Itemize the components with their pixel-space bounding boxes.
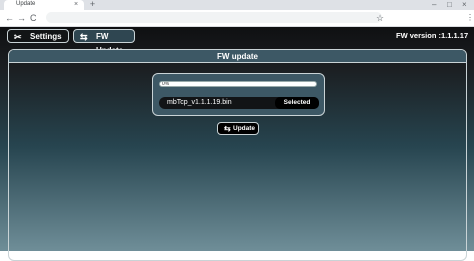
fw-version-text: FW version :1.1.1.17	[396, 31, 469, 40]
bookmark-star-icon[interactable]: ☆	[376, 13, 384, 23]
window-close-icon[interactable]: ×	[462, 0, 467, 9]
update-button[interactable]: ⇆ Update	[217, 122, 259, 135]
browser-tab-title: Update	[16, 1, 36, 7]
fw-update-panel: FW update 0% mbTcp_v1.1.1.19.bin Selecte…	[8, 49, 467, 261]
reload-icon[interactable]: C	[30, 13, 37, 23]
browser-tab[interactable]: Update ×	[4, 0, 84, 10]
browser-menu-icon[interactable]: ⋮	[466, 13, 474, 23]
app-page: ✂ Settings ⇆ FW Update FW version :1.1.1…	[0, 27, 474, 261]
browser-toolbar: ← → C ☆ ⋮	[0, 10, 474, 27]
browser-tab-bar: Update × + – □ ×	[0, 0, 474, 10]
progress-bar: 0%	[159, 81, 317, 87]
file-name: mbTcp_v1.1.1.19.bin	[167, 99, 232, 106]
new-tab-icon[interactable]: +	[88, 0, 97, 9]
update-label: Update	[233, 125, 256, 132]
settings-label: Settings	[30, 32, 62, 41]
panel-title: FW update	[217, 52, 258, 61]
address-bar[interactable]	[46, 12, 382, 23]
back-icon[interactable]: ←	[5, 13, 14, 23]
swap-icon: ⇆	[80, 32, 88, 42]
minimize-icon[interactable]: –	[432, 0, 436, 9]
panel-header: FW update	[9, 50, 466, 63]
file-input[interactable]: mbTcp_v1.1.1.19.bin Selected	[159, 97, 319, 109]
selected-button[interactable]: Selected	[275, 97, 319, 109]
tab-close-icon[interactable]: ×	[74, 0, 78, 9]
progress-text: 0%	[162, 81, 170, 87]
tools-icon: ✂	[14, 32, 22, 42]
maximize-icon[interactable]: □	[447, 0, 452, 9]
swap-icon: ⇆	[224, 124, 231, 133]
upload-box: 0% mbTcp_v1.1.1.19.bin Selected	[152, 73, 325, 116]
forward-icon[interactable]: →	[17, 13, 26, 23]
fw-update-tab-button[interactable]: ⇆ FW Update	[73, 29, 135, 55]
settings-button[interactable]: ✂ Settings	[7, 29, 69, 43]
